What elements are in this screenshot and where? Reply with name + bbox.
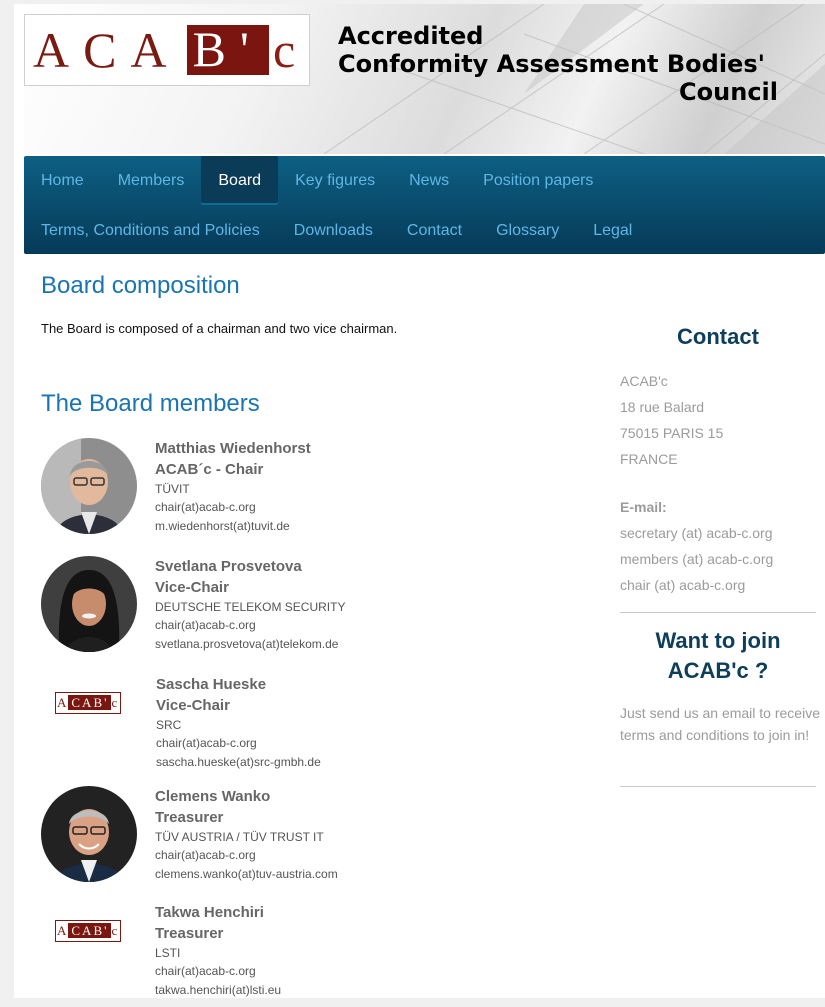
nav-row-1: Home Members Board Key figures News Posi… xyxy=(24,156,610,205)
member-email-1[interactable]: chair(at)acab-c.org xyxy=(155,962,281,981)
nav-item-contact[interactable]: Contact xyxy=(390,206,479,255)
site-title: Accredited Conformity Assessment Bodies'… xyxy=(338,22,778,106)
portrait-man-glasses-icon xyxy=(41,438,137,534)
contact-email[interactable]: secretary (at) acab-c.org xyxy=(620,520,773,546)
member-email-2[interactable]: sascha.hueske(at)src-gmbh.de xyxy=(156,753,321,772)
site-title-line3: Council xyxy=(679,78,778,106)
member-role: Vice-Chair xyxy=(156,697,230,714)
nav-item-board[interactable]: Board xyxy=(201,156,279,205)
board-member: A CAB' c Sascha Hueske Vice-Chair SRC chai… xyxy=(41,674,601,779)
nav-item-legal[interactable]: Legal xyxy=(576,206,649,255)
nav-item-key-figures[interactable]: Key figures xyxy=(278,156,392,205)
member-email-1[interactable]: chair(at)acab-c.org xyxy=(155,498,311,517)
member-email-2[interactable]: clemens.wanko(at)tuv-austria.com xyxy=(155,865,338,884)
member-org: TÜVIT xyxy=(155,482,190,496)
page: ACA B' c Accredited Conformity Assessmen… xyxy=(14,4,825,998)
site-title-line2: Conformity Assessment Bodies' xyxy=(338,50,765,78)
logo-text-right: B' xyxy=(186,24,269,75)
member-info: Svetlana Prosvetova Vice-Chair DEUTSCHE … xyxy=(155,556,345,654)
intro-text: The Board is composed of a chairman and … xyxy=(41,321,398,336)
member-email-2[interactable]: svetlana.prosvetova(at)telekom.de xyxy=(155,635,345,654)
member-email-1[interactable]: chair(at)acab-c.org xyxy=(156,734,321,753)
nav-item-members[interactable]: Members xyxy=(101,156,202,205)
acabc-logo-icon: A CAB' c xyxy=(55,920,127,942)
divider xyxy=(620,786,816,787)
member-name: Takwa Henchiri xyxy=(155,904,264,921)
member-email-2[interactable]: m.wiedenhorst(at)tuvit.de xyxy=(155,517,311,536)
member-email-1[interactable]: chair(at)acab-c.org xyxy=(155,616,345,635)
portrait-woman-icon xyxy=(41,556,137,652)
site-title-line1: Accredited xyxy=(338,22,484,50)
nav-item-position-papers[interactable]: Position papers xyxy=(466,156,610,205)
member-info: Matthias Wiedenhorst ACAB´c - Chair TÜVI… xyxy=(155,438,311,536)
member-info: Sascha Hueske Vice-Chair SRC chair(at)ac… xyxy=(156,674,321,772)
member-org: DEUTSCHE TELEKOM SECURITY xyxy=(155,600,346,614)
address-line: ACAB'c xyxy=(620,373,668,389)
member-role: ACAB´c - Chair xyxy=(155,461,264,478)
member-info: Takwa Henchiri Treasurer LSTI chair(at)a… xyxy=(155,902,281,1000)
member-org: SRC xyxy=(156,718,182,732)
portrait-man-glasses-icon xyxy=(41,786,137,882)
member-org: TÜV AUSTRIA / TÜV TRUST IT xyxy=(155,830,324,844)
nav-item-downloads[interactable]: Downloads xyxy=(277,206,390,255)
member-role: Vice-Chair xyxy=(155,579,229,596)
join-title-line1: Want to join xyxy=(655,628,781,653)
member-email-1[interactable]: chair(at)acab-c.org xyxy=(155,846,338,865)
contact-email[interactable]: chair (at) acab-c.org xyxy=(620,572,773,598)
member-name: Clemens Wanko xyxy=(155,788,271,805)
board-member: Matthias Wiedenhorst ACAB´c - Chair TÜVI… xyxy=(41,438,601,543)
member-email-2[interactable]: takwa.henchiri(at)lsti.eu xyxy=(155,981,281,1000)
address-line: 75015 PARIS 15 xyxy=(620,425,724,441)
divider xyxy=(620,612,816,613)
member-name: Matthias Wiedenhorst xyxy=(155,440,311,457)
member-org: LSTI xyxy=(155,946,181,960)
board-member: Svetlana Prosvetova Vice-Chair DEUTSCHE … xyxy=(41,556,601,661)
nav-item-glossary[interactable]: Glossary xyxy=(479,206,576,255)
board-member: A CAB' c Takwa Henchiri Treasurer LSTI cha… xyxy=(41,902,601,1007)
contact-address: ACAB'c 18 rue Balard 75015 PARIS 15 FRAN… xyxy=(620,368,723,472)
acabc-logo-icon: A CAB' c xyxy=(55,692,127,714)
board-member: Clemens Wanko Treasurer TÜV AUSTRIA / TÜ… xyxy=(41,786,601,891)
site-header: ACA B' c Accredited Conformity Assessmen… xyxy=(24,4,825,154)
members-heading: The Board members xyxy=(41,390,260,417)
page-title: Board composition xyxy=(41,272,240,299)
member-name: Sascha Hueske xyxy=(156,676,267,693)
nav-item-news[interactable]: News xyxy=(392,156,466,205)
member-info: Clemens Wanko Treasurer TÜV AUSTRIA / TÜ… xyxy=(155,786,338,884)
contact-emails: secretary (at) acab-c.org members (at) a… xyxy=(620,520,773,598)
address-line: FRANCE xyxy=(620,451,678,467)
member-name: Svetlana Prosvetova xyxy=(155,558,302,575)
contact-email[interactable]: members (at) acab-c.org xyxy=(620,546,773,572)
logo-text-left: ACA xyxy=(33,22,181,78)
nav-item-home[interactable]: Home xyxy=(24,156,101,205)
contact-title: Contact xyxy=(677,324,759,349)
nav-item-terms[interactable]: Terms, Conditions and Policies xyxy=(24,206,277,255)
logo-text-suffix: c xyxy=(272,22,310,78)
member-role: Treasurer xyxy=(155,925,224,942)
join-title-line2: ACAB'c ? xyxy=(667,658,769,683)
nav-row-2: Terms, Conditions and Policies Downloads… xyxy=(24,205,650,255)
acabc-logo[interactable]: ACA B' c xyxy=(24,14,310,86)
join-text: Just send us an email to receive terms a… xyxy=(620,705,820,743)
address-line: 18 rue Balard xyxy=(620,399,705,415)
main-nav: Home Members Board Key figures News Posi… xyxy=(24,156,825,254)
member-role: Treasurer xyxy=(155,809,224,826)
join-title: Want to join ACAB'c ? xyxy=(620,626,816,686)
email-label: E-mail: xyxy=(620,499,667,515)
